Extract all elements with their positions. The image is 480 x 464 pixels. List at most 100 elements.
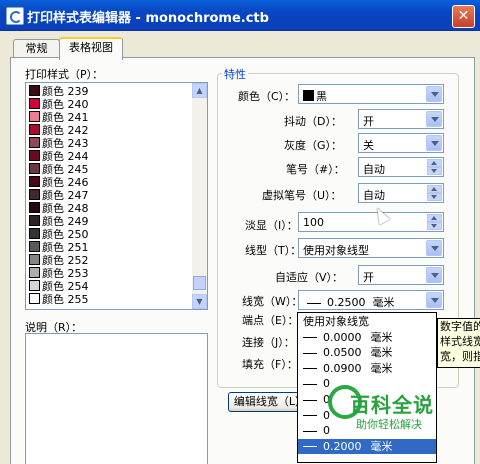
virtual-pen-value: 自动 — [363, 189, 385, 202]
list-item[interactable]: 颜色 241 — [29, 111, 89, 124]
screening-spinner[interactable]: 100 — [298, 212, 444, 232]
tab-general[interactable]: 常规 — [13, 39, 60, 58]
dropdown-option-unit: 毫米 — [370, 330, 393, 344]
lineweight-label: 线宽（W）： — [242, 295, 303, 308]
tab-table-view[interactable]: 表格视图 — [59, 37, 123, 60]
lineweight-combo[interactable]: 0.2500 毫米 — [298, 290, 444, 310]
lineweight-unit: 毫米 — [372, 296, 395, 309]
line-sample-icon — [303, 430, 317, 432]
list-item-label: 颜色 248 — [42, 202, 89, 215]
color-swatch — [29, 228, 40, 239]
color-swatch — [29, 215, 40, 226]
grayscale-combo[interactable]: 关 — [358, 133, 444, 153]
chevron-down-icon[interactable] — [426, 267, 442, 283]
list-item[interactable]: 颜色 251 — [29, 241, 89, 254]
dropdown-option-value: 0.2000 — [323, 439, 362, 453]
pen-number-spinner[interactable]: 自动 — [358, 157, 444, 177]
spin-down-icon[interactable] — [427, 167, 442, 175]
grayscale-label: 灰度（G）： — [284, 139, 343, 152]
color-swatch — [29, 163, 40, 174]
list-item[interactable]: 颜色 245 — [29, 163, 89, 176]
list-item[interactable]: 颜色 253 — [29, 267, 89, 280]
chevron-down-icon[interactable] — [426, 86, 442, 102]
color-swatch — [29, 202, 40, 213]
linetype-combo[interactable]: 使用对象线型 — [298, 238, 444, 258]
app-icon[interactable] — [6, 7, 24, 25]
screening-value: 100 — [303, 216, 324, 229]
spin-down-icon[interactable] — [427, 193, 442, 201]
linetype-label: 线型（T）： — [245, 244, 302, 257]
list-item-label: 颜色 252 — [42, 254, 89, 267]
chevron-down-icon[interactable] — [426, 292, 442, 308]
scroll-thumb[interactable] — [193, 276, 206, 290]
color-swatch — [303, 90, 314, 101]
tooltip-line: 样式线宽 — [440, 335, 480, 348]
color-swatch — [29, 189, 40, 200]
virtual-pen-spinner[interactable]: 自动 — [358, 183, 444, 203]
list-item[interactable]: 颜色 243 — [29, 137, 89, 150]
list-item-label: 颜色 247 — [42, 189, 89, 202]
dropdown-option[interactable]: 0.0000 毫米 — [298, 330, 436, 345]
list-item[interactable]: 颜色 240 — [29, 98, 89, 111]
list-item[interactable]: 颜色 255 — [29, 293, 89, 306]
line-sample-icon — [303, 337, 317, 339]
color-value: 黑 — [316, 90, 327, 103]
spin-down-icon[interactable] — [427, 222, 442, 230]
color-swatch — [29, 176, 40, 187]
line-sample-icon — [303, 415, 317, 417]
color-swatch — [29, 267, 40, 278]
color-swatch — [29, 85, 40, 96]
close-button[interactable]: ✕ — [452, 5, 475, 28]
chevron-down-icon[interactable] — [426, 111, 442, 127]
list-item-label: 颜色 241 — [42, 111, 89, 124]
scroll-down-button[interactable]: ▼ — [192, 294, 207, 309]
list-item[interactable]: 颜色 249 — [29, 215, 89, 228]
list-item[interactable]: 颜色 252 — [29, 254, 89, 267]
dropdown-option[interactable]: 0.0500 毫米 — [298, 345, 436, 360]
list-item-label: 颜色 249 — [42, 215, 89, 228]
list-item[interactable]: 颜色 247 — [29, 189, 89, 202]
adaptive-combo[interactable]: 开 — [358, 265, 444, 285]
dither-value: 开 — [363, 115, 374, 128]
list-item[interactable]: 颜色 250 — [29, 228, 89, 241]
list-item[interactable]: 颜色 254 — [29, 280, 89, 293]
color-swatch — [29, 293, 40, 304]
list-scrollbar[interactable]: ▲ ▼ — [192, 83, 207, 309]
watermark-logo: 百科全说 助你轻松解决 — [328, 383, 456, 441]
dropdown-option[interactable]: 0.2000 毫米 — [298, 438, 436, 454]
spin-up-icon[interactable] — [427, 159, 442, 167]
dropdown-option[interactable]: 使用对象线宽 — [298, 314, 436, 329]
dropdown-option-unit: 毫米 — [370, 346, 393, 360]
print-styles-list[interactable]: 颜色 239 颜色 240 颜色 241 颜色 242 颜色 243 颜色 244 颜色 2… — [25, 82, 208, 310]
chevron-down-icon[interactable] — [426, 135, 442, 151]
dropdown-option-value: 0.0900 — [323, 361, 362, 375]
spin-up-icon[interactable] — [427, 214, 442, 222]
virtual-pen-label: 虚拟笔号（U）： — [262, 189, 342, 202]
chevron-down-icon[interactable] — [426, 240, 442, 256]
lineweight-value: 0.2500 — [327, 296, 366, 309]
dropdown-option-unit: 毫米 — [370, 361, 393, 375]
print-styles-label: 打印样式（P）： — [25, 68, 104, 81]
properties-title: 特性 — [222, 66, 248, 82]
list-item[interactable]: 颜色 248 — [29, 202, 89, 215]
dither-combo[interactable]: 开 — [358, 109, 444, 129]
color-combo[interactable]: 黑 — [298, 84, 444, 104]
dropdown-option-value: 使用对象线宽 — [303, 315, 369, 328]
list-item-label: 颜色 245 — [42, 163, 89, 176]
list-item-label: 颜色 244 — [42, 150, 89, 163]
line-sample-icon — [303, 446, 317, 448]
spin-up-icon[interactable] — [427, 185, 442, 193]
list-item[interactable]: 颜色 246 — [29, 176, 89, 189]
list-item-label: 颜色 246 — [42, 176, 89, 189]
dropdown-option-value: 0.0000 — [323, 330, 362, 344]
dropdown-option[interactable]: 0.0900 毫米 — [298, 361, 436, 376]
list-item[interactable]: 颜色 244 — [29, 150, 89, 163]
list-item[interactable]: 颜色 242 — [29, 124, 89, 137]
color-swatch — [29, 137, 40, 148]
dither-label: 抖动（D）： — [284, 115, 342, 128]
description-textarea[interactable] — [25, 333, 208, 464]
scroll-up-button[interactable]: ▲ — [192, 83, 207, 98]
watermark-subtitle: 助你轻松解决 — [356, 418, 422, 431]
tooltip-line: 宽，则指 — [440, 350, 480, 363]
list-item[interactable]: 颜色 239 — [29, 85, 89, 98]
